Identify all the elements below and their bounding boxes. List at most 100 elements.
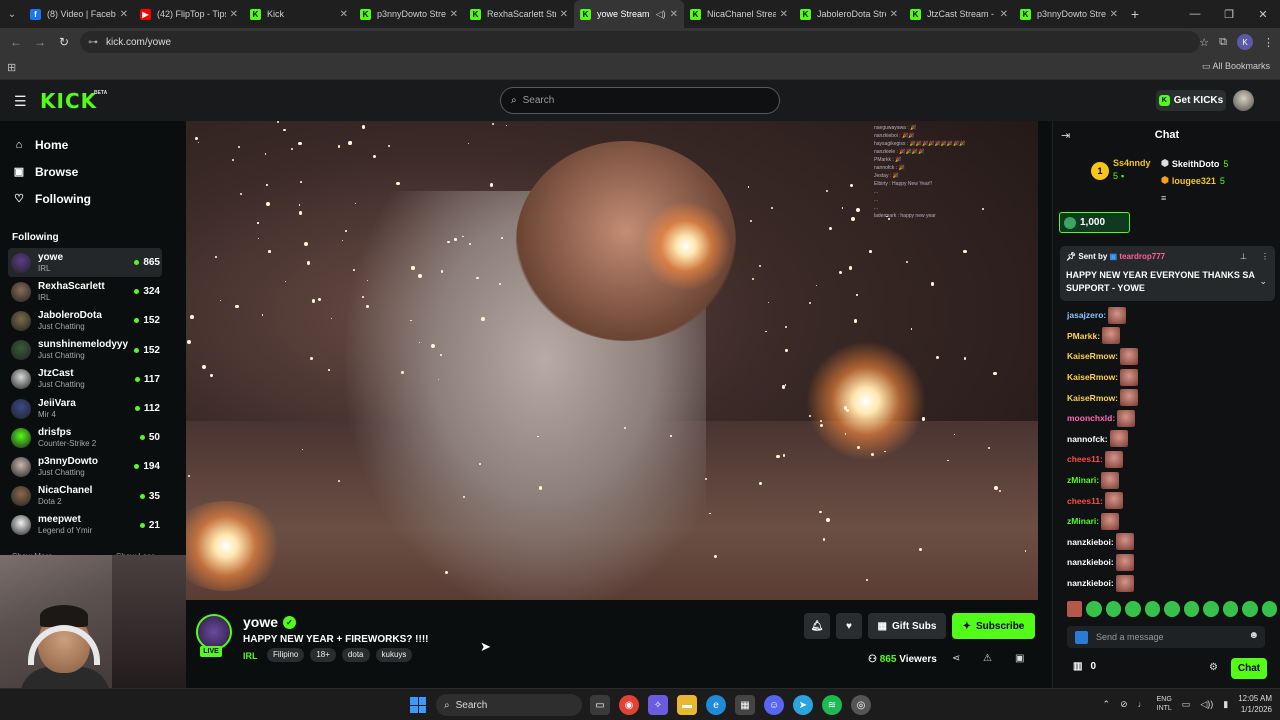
reload-icon[interactable]: ↻ xyxy=(52,35,76,49)
new-tab-button[interactable]: + xyxy=(1124,6,1146,22)
chat-username[interactable]: zMinari: xyxy=(1067,516,1099,526)
emoji-icon[interactable]: ☻ xyxy=(1248,630,1259,641)
chat-username[interactable]: KaiseRmow: xyxy=(1067,351,1118,361)
kicks-goal-bar[interactable]: 1,000 xyxy=(1059,212,1130,233)
emote-icon[interactable] xyxy=(1105,601,1122,617)
spotify-icon[interactable]: ≋ xyxy=(822,695,842,715)
search-input[interactable]: ⌕ Search xyxy=(500,87,780,114)
following-item[interactable]: JaboleroDota Just Chatting 152 xyxy=(8,306,162,335)
browser-tab[interactable]: f (8) Video | Facebook ✕ xyxy=(24,0,134,28)
subscribe-button[interactable]: ✦ Subscribe xyxy=(952,613,1035,639)
browser-tab[interactable]: ▶ (42) FlipTop - Tips ✕ xyxy=(134,0,244,28)
browser-tab[interactable]: K NicaChanel Stream ✕ xyxy=(684,0,794,28)
network-icon[interactable]: ⊘ xyxy=(1120,699,1128,710)
bookmark-star-icon[interactable]: ☆ xyxy=(1199,36,1209,49)
tab-close-icon[interactable]: ✕ xyxy=(120,9,128,20)
emote-icon[interactable] xyxy=(1183,601,1200,617)
stream-tag[interactable]: dota xyxy=(341,648,370,662)
edge-icon[interactable]: e xyxy=(706,695,726,715)
get-kicks-button[interactable]: K Get KICKs xyxy=(1156,90,1226,111)
chat-username[interactable]: nanzkieboi: xyxy=(1067,578,1114,588)
chat-username[interactable]: nannofck: xyxy=(1067,434,1108,444)
volume-icon[interactable]: ◁)) xyxy=(1200,699,1213,710)
taskbar-search[interactable]: ⌕ Search xyxy=(436,694,582,716)
stream-category[interactable]: IRL xyxy=(243,651,258,661)
chat-username[interactable]: nanzkieboi: xyxy=(1067,557,1114,567)
emote-icon[interactable] xyxy=(1164,601,1180,617)
streamer-name[interactable]: yowe xyxy=(243,614,278,630)
following-item[interactable]: sunshinemelodyyy Just Chatting 152 xyxy=(8,336,162,365)
leaderboard-entry-3[interactable]: ⬢ lougee321 5 xyxy=(1161,175,1225,186)
chat-message[interactable]: zMinari: xyxy=(1067,470,1277,491)
chat-message[interactable]: PMarkk: xyxy=(1067,326,1277,347)
browser-tab[interactable]: Kyowe Stream ◁) ✕ xyxy=(574,0,684,28)
kicks-balance[interactable]: ▥ 0 xyxy=(1073,661,1096,672)
apps-grid-icon[interactable]: ⊞ xyxy=(7,61,16,74)
menu-icon[interactable]: ☰ xyxy=(14,93,27,110)
sidebar-nav-home[interactable]: ⌂ Home xyxy=(0,131,168,158)
tab-close-icon[interactable]: ✕ xyxy=(1110,9,1118,20)
back-icon[interactable]: ← xyxy=(4,35,28,49)
pinned-message[interactable]: 📌︎ Sent by ▣ teardrop777 ⊥ ⋮ HAPPY NEW Y… xyxy=(1060,246,1275,301)
following-item[interactable]: drisfps Counter-Strike 2 50 xyxy=(8,423,162,452)
close-window-icon[interactable]: ✕ xyxy=(1246,0,1280,28)
language-indicator[interactable]: ENG INTL xyxy=(1157,695,1172,713)
minimize-icon[interactable]: — xyxy=(1178,0,1212,28)
stream-tag[interactable]: 18+ xyxy=(310,648,336,662)
windows-start-icon[interactable] xyxy=(410,697,426,713)
following-item[interactable]: NicaChanel Dota 2 35 xyxy=(8,482,162,511)
chat-message[interactable]: nanzkieboi: xyxy=(1067,532,1277,553)
chat-username[interactable]: KaiseRmow: xyxy=(1067,393,1118,403)
gear-icon[interactable]: ⚙ xyxy=(1209,662,1218,673)
chat-username[interactable]: jasajzero: xyxy=(1067,310,1106,320)
file-explorer-icon[interactable]: ▬ xyxy=(677,695,697,715)
emote-icon[interactable] xyxy=(1242,601,1258,617)
chat-username[interactable]: nanzkieboi: xyxy=(1067,537,1114,547)
chat-message[interactable]: chees11: xyxy=(1067,490,1277,511)
chat-message[interactable]: KaiseRmow: xyxy=(1067,387,1277,408)
chat-username[interactable]: chees11: xyxy=(1067,454,1103,464)
tab-close-icon[interactable]: ✕ xyxy=(340,9,348,20)
browser-tab[interactable]: Kp3nnyDowto Stream ✕ xyxy=(354,0,464,28)
chat-message[interactable]: jasajzero: xyxy=(1067,305,1277,326)
browser-tab[interactable]: Kp3nnyDowto Stream ✕ xyxy=(1014,0,1124,28)
chevron-down-icon[interactable]: ⌄ xyxy=(1259,276,1267,287)
following-item[interactable]: JtzCast Just Chatting 117 xyxy=(8,365,162,394)
discord-icon[interactable]: ☺ xyxy=(764,695,784,715)
chat-message[interactable]: nanzkieboi: xyxy=(1067,552,1277,573)
following-item[interactable]: JeiiVara Mir 4 112 xyxy=(8,394,162,423)
filter-icon[interactable]: ≡ xyxy=(1161,193,1166,203)
emote-icon[interactable] xyxy=(1125,601,1141,617)
browser-menu-icon[interactable]: ⋮ xyxy=(1263,36,1274,49)
tab-close-icon[interactable]: ✕ xyxy=(450,9,458,20)
display-icon[interactable]: ▭ xyxy=(1182,699,1191,710)
sidebar-nav-following[interactable]: ♡ Following xyxy=(0,185,168,212)
chat-message[interactable]: chees11: xyxy=(1067,449,1277,470)
chat-username[interactable]: moonchxld: xyxy=(1067,413,1115,423)
obs-icon[interactable]: ◎ xyxy=(851,695,871,715)
clock[interactable]: 12:05 AM 1/1/2026 xyxy=(1238,693,1272,715)
speaker-icon[interactable]: ◁) xyxy=(656,9,666,20)
chat-send-button[interactable]: Chat xyxy=(1231,658,1267,679)
all-bookmarks-link[interactable]: ▭ All Bookmarks xyxy=(1202,61,1270,72)
emote-icon[interactable] xyxy=(1144,601,1161,617)
share-icon[interactable]: ⋖ xyxy=(952,653,960,664)
chat-message[interactable]: zMinari: xyxy=(1067,511,1277,532)
maximize-icon[interactable]: ❐ xyxy=(1212,0,1246,28)
emote-icon[interactable] xyxy=(1203,601,1219,617)
gift-subs-button[interactable]: ▦ Gift Subs xyxy=(868,613,946,639)
kick-logo[interactable]: KICK xyxy=(40,89,97,113)
chat-username[interactable]: chees11: xyxy=(1067,496,1103,506)
follow-heart-button[interactable]: ♥ xyxy=(836,613,862,639)
browser-tab[interactable]: K JtzCast Stream - K ✕ xyxy=(904,0,1014,28)
notification-bell-button[interactable]: 🔔︎ xyxy=(804,613,830,639)
task-view-icon[interactable]: ▭ xyxy=(590,695,610,715)
tab-close-icon[interactable]: ✕ xyxy=(670,9,678,20)
microphone-icon[interactable]: ♩ xyxy=(1138,699,1147,709)
chat-message[interactable]: nanzkieboi: xyxy=(1067,573,1277,594)
chat-username[interactable]: zMinari: xyxy=(1067,475,1099,485)
browser-tab[interactable]: K JaboleroDota Stream ✕ xyxy=(794,0,904,28)
chat-message[interactable]: KaiseRmow: xyxy=(1067,346,1277,367)
report-icon[interactable]: ⚠ xyxy=(983,653,992,664)
chat-username[interactable]: PMarkk: xyxy=(1067,331,1100,341)
